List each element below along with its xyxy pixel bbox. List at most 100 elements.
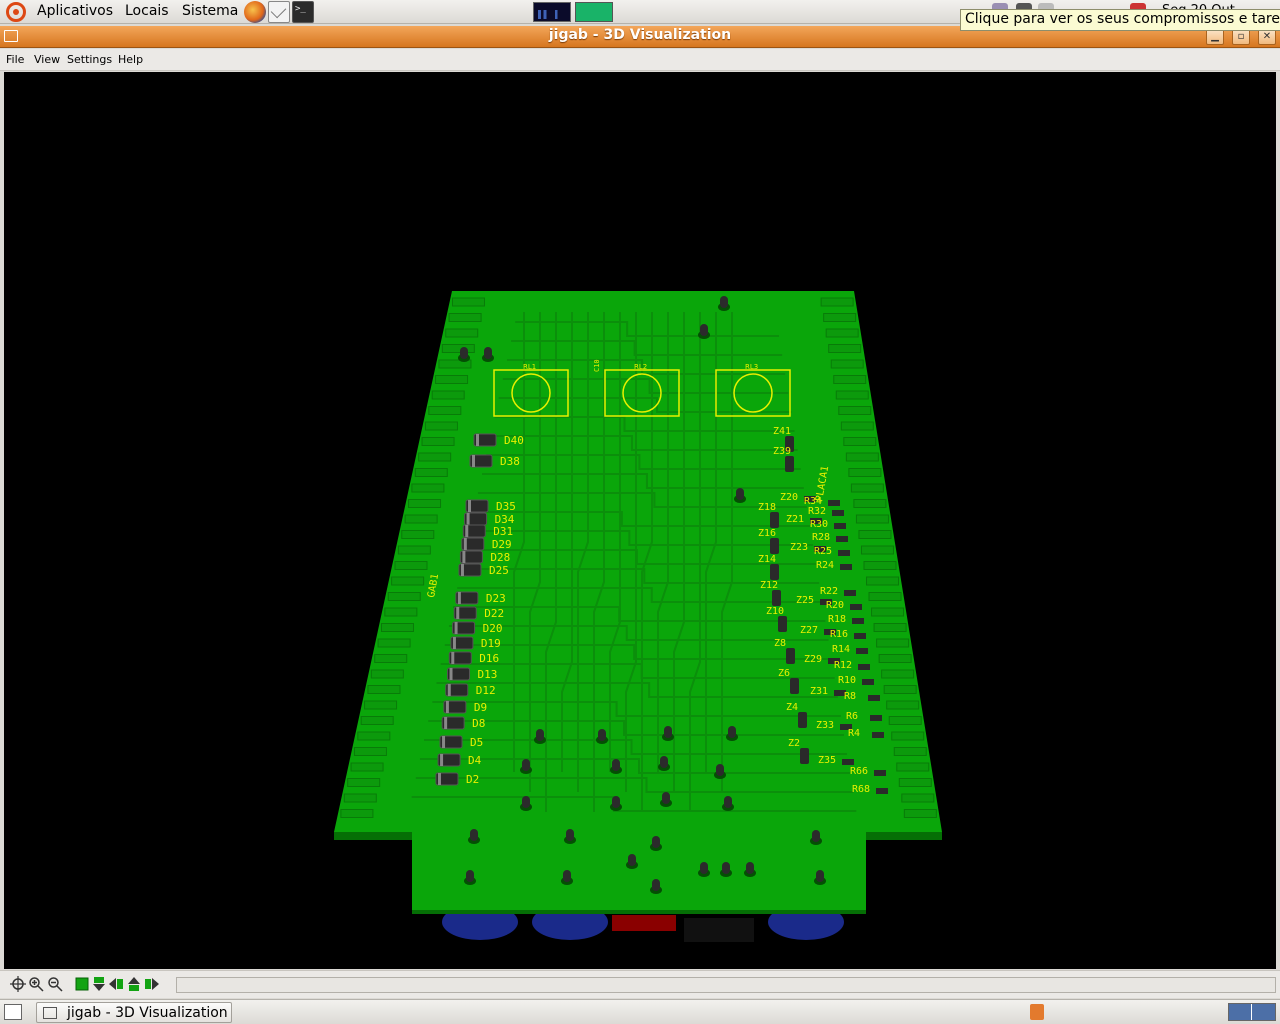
view-right-icon[interactable] (144, 976, 160, 992)
edge-finger (431, 390, 465, 400)
mail-icon[interactable] (268, 1, 290, 23)
close-icon[interactable]: ✕ (1258, 29, 1276, 45)
diode-band (442, 736, 446, 748)
edge-finger (820, 297, 854, 307)
edge-finger (428, 406, 462, 415)
show-desktop-icon[interactable] (4, 1004, 22, 1020)
component-label: Z29 (804, 654, 822, 665)
red-connector (612, 915, 676, 931)
edge-finger (878, 654, 912, 663)
zener-body (800, 748, 809, 764)
component-label: R68 (852, 784, 870, 795)
zener-body (770, 564, 779, 580)
pin (700, 324, 708, 336)
menu-locais[interactable]: Locais (125, 3, 169, 19)
component-label: R22 (820, 586, 838, 597)
edge-finger (886, 700, 920, 710)
minimize-icon[interactable]: ▁ (1206, 29, 1224, 45)
edge-finger (421, 437, 455, 446)
trash-icon[interactable] (1030, 1004, 1044, 1020)
diode-band (465, 525, 469, 537)
relay-label: RL3 (745, 363, 758, 371)
edge-finger (397, 545, 431, 555)
zener-label: Z10 (766, 606, 784, 617)
component-label: R4 (848, 728, 860, 739)
zener-label: Z12 (760, 580, 778, 591)
edge-finger (394, 561, 428, 570)
diode-band (449, 668, 453, 680)
pin (612, 796, 620, 808)
diode-band (454, 622, 458, 634)
relay-label: RL1 (523, 363, 536, 371)
edge-finger (873, 623, 907, 632)
zener-label: Z39 (773, 446, 791, 457)
menu-help[interactable]: Help (118, 53, 143, 66)
move-icon[interactable] (10, 976, 26, 992)
resistor-body (856, 648, 868, 654)
edge-finger (855, 514, 889, 524)
firefox-icon[interactable] (244, 1, 266, 23)
diode-band (447, 684, 451, 696)
diode-band (444, 717, 448, 729)
diode-label: D9 (474, 701, 487, 714)
zoom-out-icon[interactable] (47, 976, 63, 992)
pin (566, 829, 574, 841)
pin (652, 879, 660, 891)
green-square-icon[interactable] (74, 976, 90, 992)
pin (736, 488, 744, 500)
zener-label: Z8 (774, 638, 786, 649)
workspace-switcher[interactable] (1228, 1003, 1276, 1021)
pin (816, 870, 824, 882)
diode-band (463, 538, 467, 550)
menu-settings[interactable]: Settings (67, 53, 112, 66)
edge-finger (853, 499, 887, 508)
edge-finger (408, 499, 442, 508)
edge-finger (835, 390, 869, 400)
zener-label: Z18 (758, 502, 776, 513)
diode-label: D12 (476, 684, 496, 697)
ubuntu-logo-icon[interactable] (6, 2, 26, 22)
view-left-icon[interactable] (108, 976, 124, 992)
diode-label: D22 (484, 607, 504, 620)
zoom-in-icon[interactable] (28, 976, 44, 992)
network-monitor-applet[interactable] (575, 2, 613, 22)
component-label: R16 (830, 629, 848, 640)
edge-finger (833, 375, 867, 384)
edge-finger (380, 623, 414, 632)
zener-label: Z16 (758, 528, 776, 539)
menu-aplicativos[interactable]: Aplicativos (37, 3, 113, 19)
terminal-icon[interactable] (292, 1, 314, 23)
edge-finger (893, 747, 927, 756)
pin (563, 870, 571, 882)
resistor-body (834, 523, 846, 529)
resistor-body (852, 618, 864, 624)
relay-label: RL2 (634, 363, 647, 371)
view-down-icon[interactable] (91, 976, 107, 992)
status-field (176, 977, 1276, 993)
component-label: R14 (832, 644, 850, 655)
system-monitor-applet[interactable] (533, 2, 571, 22)
diode-band (451, 652, 455, 664)
maximize-icon[interactable]: ▫ (1232, 29, 1250, 45)
edge-finger (374, 654, 408, 663)
diode-band (468, 500, 471, 512)
edge-finger (858, 530, 892, 539)
resistor-body (828, 500, 840, 506)
component-label: R28 (812, 532, 830, 543)
zener-body (770, 512, 779, 528)
3d-viewport[interactable]: RL1 RL2 RL3 D40 D38 D35 D34 D31 D29 D28 D25 D23 D22… (4, 72, 1276, 969)
diode-band (437, 773, 441, 785)
edge-finger (901, 793, 935, 803)
edge-finger (353, 747, 387, 756)
resistor-body (844, 590, 856, 596)
taskbar-window-button[interactable]: jigab - 3D Visualization (36, 1002, 232, 1023)
menu-file[interactable]: File (6, 53, 24, 66)
zener-label: Z14 (758, 554, 776, 565)
edge-finger (830, 359, 864, 369)
view-up-icon[interactable] (126, 976, 142, 992)
pin (700, 862, 708, 874)
menu-sistema[interactable]: Sistema (182, 3, 238, 19)
zener-body (778, 616, 787, 632)
resistor-body (836, 536, 848, 542)
menu-view[interactable]: View (34, 53, 60, 66)
